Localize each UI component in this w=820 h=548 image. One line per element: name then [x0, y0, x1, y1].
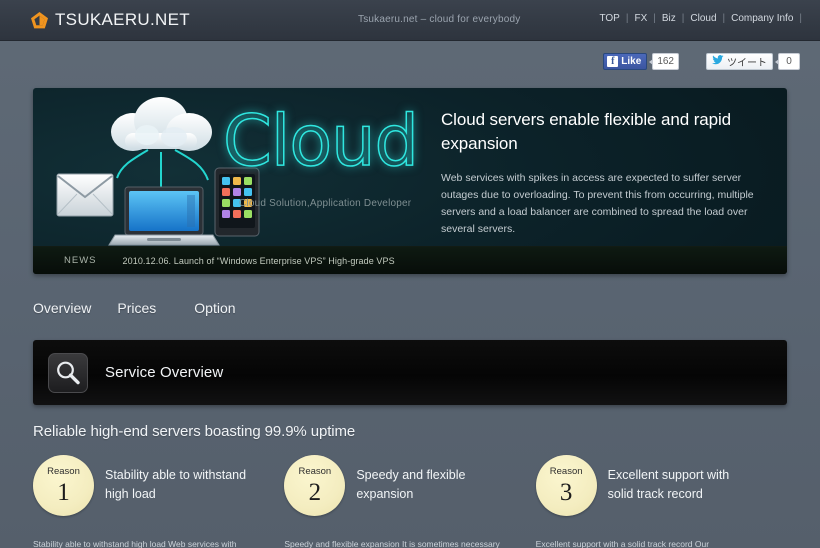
reason-body: Stability able to withstand high load We…: [33, 539, 237, 548]
news-headline[interactable]: 2010.12.06. Launch of “Windows Enterpris…: [123, 256, 395, 266]
twitter-tweet-widget[interactable]: ツイート 0: [706, 51, 800, 71]
content-tabs: Overview Prices Option: [33, 300, 236, 316]
facebook-like-widget[interactable]: f Like 162: [603, 51, 679, 71]
service-overview-bar: Service Overview: [33, 340, 787, 405]
reason-card-1: Reason 1 Stability able to withstand hig…: [33, 455, 284, 548]
magnifier-icon: [48, 352, 88, 393]
reason-card-2: Reason 2 Speedy and flexible expansion S…: [284, 455, 535, 548]
nav-item-company-info[interactable]: Company Info: [725, 13, 799, 24]
hero-paragraph: Web services with spikes in access are e…: [441, 172, 754, 236]
reason-body: Speedy and flexible expansion It is some…: [284, 539, 500, 548]
reason-card-3: Reason 3 Excellent support with solid tr…: [535, 455, 787, 548]
site-header: TSUKAERU.NET Tsukaeru.net – cloud for ev…: [0, 0, 820, 41]
reason-title: Excellent support with solid track recor…: [607, 468, 730, 502]
facebook-icon: f: [607, 55, 619, 67]
reason-badge: Reason 1: [33, 455, 94, 516]
site-logo-text: TSUKAERU.NET: [55, 10, 190, 29]
twitter-tweet-button[interactable]: ツイート: [706, 52, 773, 70]
hero-copy: Cloud servers enable flexible and rapid …: [441, 108, 763, 238]
reason-title: Speedy and flexible expansion: [356, 468, 466, 502]
main-navigation: TOP | FX | Biz | Cloud | Company Info |: [593, 13, 802, 24]
reason-badge-word: Reason: [549, 465, 583, 477]
reason-header: Reason 2 Speedy and flexible expansion: [284, 455, 535, 516]
tab-overview[interactable]: Overview: [33, 300, 91, 316]
reason-header: Reason 1 Stability able to withstand hig…: [33, 455, 284, 516]
nav-item-top[interactable]: TOP: [593, 13, 625, 24]
reason-badge-word: Reason: [47, 465, 80, 477]
nav-item-biz[interactable]: Biz: [656, 13, 682, 24]
news-ticker[interactable]: NEWS 2010.12.06. Launch of “Windows Ente…: [33, 246, 787, 274]
site-logo[interactable]: TSUKAERU.NET: [30, 10, 190, 30]
twitter-tweet-count: 0: [775, 52, 800, 70]
hero-banner[interactable]: Cloud Cloud Solution,Application Develop…: [33, 88, 787, 274]
twitter-bird-icon: [712, 54, 724, 68]
nav-item-fx[interactable]: FX: [628, 13, 653, 24]
tab-option[interactable]: Option: [194, 300, 235, 316]
reason-badge-number: 3: [559, 479, 573, 507]
reason-badge-word: Reason: [298, 465, 332, 477]
hero-wordmark: Cloud: [222, 100, 419, 182]
social-share-bar: f Like 162 ツイート 0: [603, 51, 800, 71]
nav-separator: |: [799, 13, 802, 24]
section-title: Service Overview: [105, 364, 224, 381]
reason-badge: Reason 3: [535, 455, 597, 516]
reason-header: Reason 3 Excellent support with solid tr…: [535, 455, 787, 516]
reason-body: Excellent support with a solid track rec…: [535, 539, 710, 548]
hero-headline: Cloud servers enable flexible and rapid …: [441, 110, 731, 154]
reason-badge: Reason 2: [284, 455, 346, 516]
hero-subtitle: Cloud Solution,Application Developer: [239, 198, 412, 209]
reason-title: Stability able to withstand high load: [105, 468, 247, 502]
tab-prices[interactable]: Prices: [117, 300, 156, 316]
page-root: TSUKAERU.NET Tsukaeru.net – cloud for ev…: [0, 0, 820, 548]
reason-badge-number: 1: [57, 479, 70, 507]
news-label: NEWS: [64, 255, 97, 266]
nav-item-cloud[interactable]: Cloud: [684, 13, 722, 24]
site-tagline: Tsukaeru.net – cloud for everybody: [358, 14, 521, 25]
facebook-like-button[interactable]: f Like: [603, 52, 648, 70]
facebook-like-label: Like: [621, 55, 642, 67]
twitter-tweet-label: ツイート: [727, 57, 767, 69]
reasons-list: Reason 1 Stability able to withstand hig…: [33, 455, 787, 548]
reason-badge-number: 2: [308, 479, 322, 507]
pentagon-logo-icon: [30, 11, 49, 30]
page-title: Reliable high-end servers boasting 99.9%…: [33, 423, 356, 440]
facebook-like-count: 162: [649, 52, 679, 70]
